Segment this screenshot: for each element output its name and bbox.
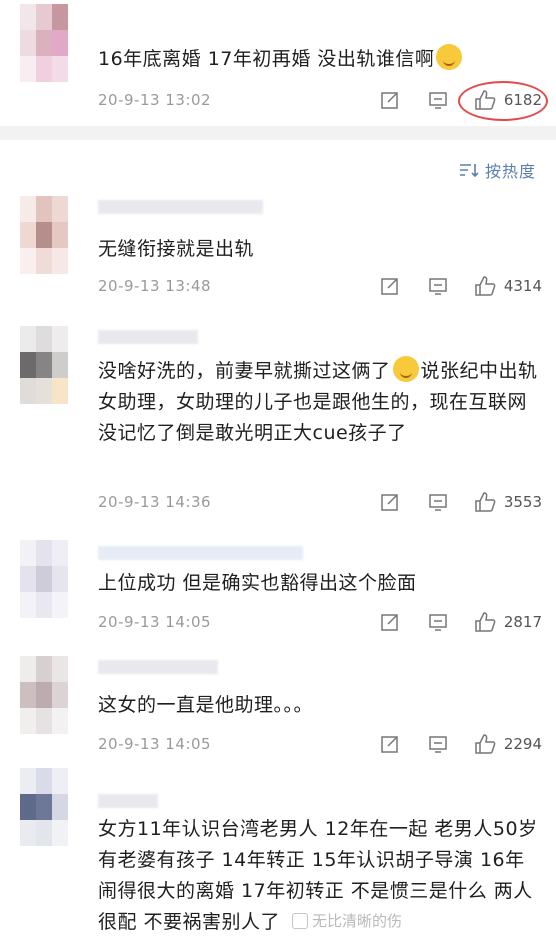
edit-icon <box>381 278 398 295</box>
like-count: 2817 <box>503 613 542 631</box>
reply-button[interactable] <box>428 612 448 632</box>
reply-button[interactable] <box>428 734 448 754</box>
username[interactable] <box>98 330 198 344</box>
emoji-icon <box>436 44 463 70</box>
like-count: 2294 <box>503 735 542 753</box>
comment-time: 20-9-13 13:02 <box>98 91 212 109</box>
edit-button[interactable] <box>380 612 400 632</box>
emoji-icon <box>392 356 419 382</box>
like-icon <box>475 734 496 754</box>
like-button[interactable]: 2294 <box>474 733 542 755</box>
like-button[interactable]: 4314 <box>474 275 542 297</box>
like-icon <box>475 492 496 512</box>
reply-icon <box>429 736 447 753</box>
comment-text-content: 没啥好洗的，前妻早就撕过这俩了 <box>98 360 391 382</box>
edit-button[interactable] <box>380 276 400 296</box>
comment-text: 16年底离婚 17年初再婚 没出轨谁信啊 <box>98 44 538 75</box>
highlight-circle <box>458 81 548 121</box>
reply-button[interactable] <box>428 276 448 296</box>
edit-icon <box>381 614 398 631</box>
comment-meta: 20-9-13 14:05 2817 <box>98 610 542 634</box>
like-count: 4314 <box>503 277 542 295</box>
avatar[interactable] <box>20 540 68 618</box>
comment-meta: 20-9-13 14:36 3553 <box>98 490 542 514</box>
username[interactable] <box>98 546 303 560</box>
edit-button[interactable] <box>380 734 400 754</box>
comment-text-content: 16年底离婚 17年初再婚 没出轨谁信啊 <box>98 48 435 70</box>
comment-text: 上位成功 但是确实也豁得出这个脸面 <box>98 572 417 594</box>
comment-text: 没啥好洗的，前妻早就撕过这俩了 说张纪中出轨女助理，女助理的儿子也是跟他生的，现在… <box>98 356 538 449</box>
username[interactable] <box>98 200 263 214</box>
sort-label: 按热度 <box>484 162 536 181</box>
edit-icon <box>381 494 398 511</box>
like-icon <box>475 276 496 296</box>
comment-time: 20-9-13 14:05 <box>98 613 212 631</box>
like-icon <box>475 612 496 632</box>
avatar[interactable] <box>20 4 68 82</box>
reply-icon <box>429 92 447 109</box>
reply-button[interactable] <box>428 492 448 512</box>
sort-icon <box>459 164 479 178</box>
comment-meta: 20-9-13 14:05 2294 <box>98 732 542 756</box>
comment-time: 20-9-13 14:05 <box>98 735 212 753</box>
edit-icon <box>381 92 398 109</box>
avatar[interactable] <box>20 656 68 734</box>
divider <box>0 126 556 140</box>
comment-text: 无缝衔接就是出轨 <box>98 238 255 260</box>
reply-icon <box>429 494 447 511</box>
avatar[interactable] <box>20 768 68 846</box>
edit-button[interactable] <box>380 492 400 512</box>
watermark-text: 无比清晰的伤 <box>312 912 403 930</box>
reply-icon <box>429 278 447 295</box>
watermark: 无比清晰的伤 <box>292 910 402 931</box>
comment-meta: 20-9-13 13:48 4314 <box>98 274 542 298</box>
username[interactable] <box>98 660 218 674</box>
comment-time: 20-9-13 14:36 <box>98 493 212 511</box>
like-count: 3553 <box>503 493 542 511</box>
sort-toggle[interactable]: 按热度 <box>459 158 536 182</box>
edit-icon <box>381 736 398 753</box>
username[interactable] <box>98 794 158 808</box>
like-button[interactable]: 3553 <box>474 491 542 513</box>
watermark-icon <box>292 912 308 929</box>
comment-text: 这女的一直是他助理。。。 <box>98 694 314 716</box>
edit-button[interactable] <box>380 90 400 110</box>
reply-button[interactable] <box>428 90 448 110</box>
like-button[interactable]: 2817 <box>474 611 542 633</box>
reply-icon <box>429 614 447 631</box>
avatar[interactable] <box>20 196 68 274</box>
avatar[interactable] <box>20 326 68 404</box>
comment-time: 20-9-13 13:48 <box>98 277 212 295</box>
